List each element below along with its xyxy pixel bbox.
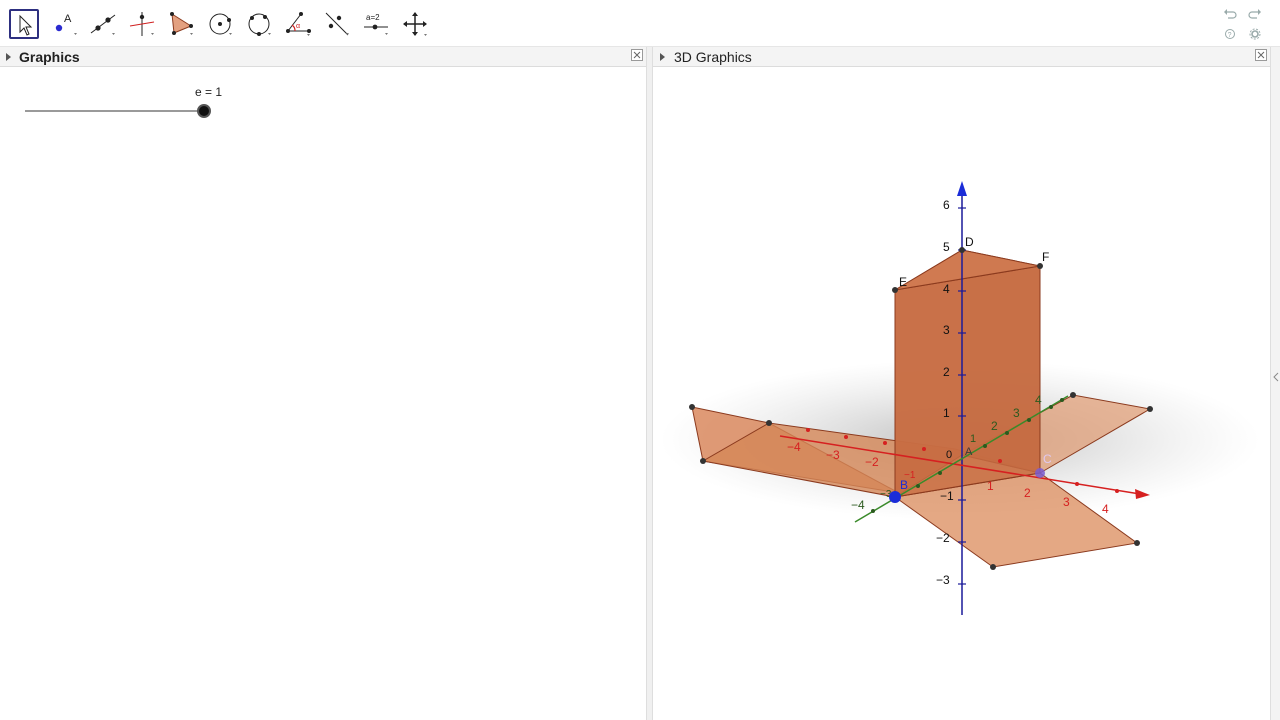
close-icon[interactable] (1255, 49, 1267, 61)
point-label: E (899, 275, 907, 289)
x-tick-label: −2 (865, 455, 879, 469)
z-tick-label: −2 (936, 531, 950, 545)
point-label: C (1043, 452, 1052, 466)
perpendicular-line-tool-button[interactable] (127, 9, 157, 39)
slider-icon: a=2 (364, 13, 388, 35)
gear-icon[interactable] (1249, 28, 1261, 40)
z-axis-arrow-icon (957, 181, 967, 196)
y-tick-label: 3 (1013, 406, 1020, 420)
sidebar-toggle-strip[interactable] (1270, 47, 1280, 720)
x-tick-label: 2 (1024, 486, 1031, 500)
slider-label: e = 1 (195, 85, 223, 99)
y-tick-label: 1 (970, 433, 976, 445)
z-tick-label: 3 (943, 323, 950, 337)
graphics3d-panel-header: 3D Graphics (653, 47, 1270, 67)
point-label: D (965, 235, 974, 249)
toolbar: A α a=2 ? (0, 0, 1280, 47)
z-tick-label: 0 (946, 449, 952, 461)
graphics3d-panel-title: 3D Graphics (674, 49, 752, 65)
circle-three-points-icon (248, 13, 271, 36)
z-tick-label: 6 (943, 198, 950, 212)
x-tick-label: −3 (826, 448, 840, 462)
move-graphics-view-tool-button[interactable] (400, 9, 430, 39)
move-view-arrows-icon (403, 12, 427, 36)
arrow-cursor-icon (19, 14, 33, 36)
y-tick-label: −4 (851, 498, 865, 512)
collapse-triangle-icon[interactable] (660, 53, 665, 61)
svg-text:α: α (296, 23, 300, 30)
circle-three-points-tool-button[interactable] (244, 9, 274, 39)
view-divider[interactable] (646, 47, 653, 720)
point-c[interactable] (1035, 468, 1045, 478)
graphics-panel-header: Graphics (0, 47, 646, 67)
z-tick-label: 5 (943, 240, 950, 254)
polygon-icon (170, 12, 193, 35)
graphics-panel-title: Graphics (19, 49, 80, 65)
x-tick-label: 1 (987, 479, 994, 493)
point-b[interactable] (889, 491, 901, 503)
move-tool-button[interactable] (9, 9, 39, 39)
svg-text:a=2: a=2 (366, 13, 380, 22)
line-tool-button[interactable] (88, 9, 118, 39)
svg-text:A: A (64, 13, 72, 25)
point-icon: A (55, 13, 77, 35)
slider-track[interactable] (25, 110, 205, 112)
z-tick-label: 1 (943, 406, 950, 420)
chevron-left-icon[interactable] (1273, 372, 1279, 382)
angle-tool-button[interactable]: α (283, 9, 313, 39)
z-tick-label: 4 (943, 282, 950, 296)
reflect-tool-button[interactable] (322, 9, 352, 39)
y-tick-label: 2 (991, 419, 998, 433)
slider-knob[interactable] (197, 104, 211, 118)
undo-icon[interactable] (1222, 7, 1238, 21)
prism-face-front[interactable] (894, 265, 1041, 498)
y-tick-label: 4 (1035, 393, 1042, 407)
line-icon (90, 14, 116, 35)
point-label: B (900, 478, 908, 492)
z-tick-label: 2 (943, 365, 950, 379)
z-tick-label: −1 (940, 489, 954, 503)
polygon-tool-button[interactable] (166, 9, 196, 39)
redo-icon[interactable] (1247, 7, 1263, 21)
z-tick-label: −3 (936, 573, 950, 587)
point-label: F (1042, 250, 1049, 264)
circle-tool-button[interactable] (205, 9, 235, 39)
x-tick-label: 3 (1063, 495, 1070, 509)
reflect-icon (325, 12, 349, 36)
svg-text:?: ? (1228, 32, 1232, 39)
3d-graphics-canvas[interactable]: 6 5 4 3 2 1 0 −1 −2 −3 −4 −3 −2 −1 1 2 3… (654, 68, 1270, 720)
point-tool-button[interactable]: A (50, 9, 80, 39)
angle-icon: α (286, 12, 311, 36)
help-icon[interactable]: ? (1224, 28, 1236, 40)
close-icon[interactable] (631, 49, 643, 61)
x-tick-label: −4 (787, 440, 801, 454)
point-label: A (965, 446, 973, 458)
collapse-triangle-icon[interactable] (6, 53, 11, 61)
perpendicular-line-icon (129, 12, 155, 36)
x-tick-label: 4 (1102, 502, 1109, 516)
circle-icon (209, 13, 232, 35)
slider-tool-button[interactable]: a=2 (361, 9, 391, 39)
